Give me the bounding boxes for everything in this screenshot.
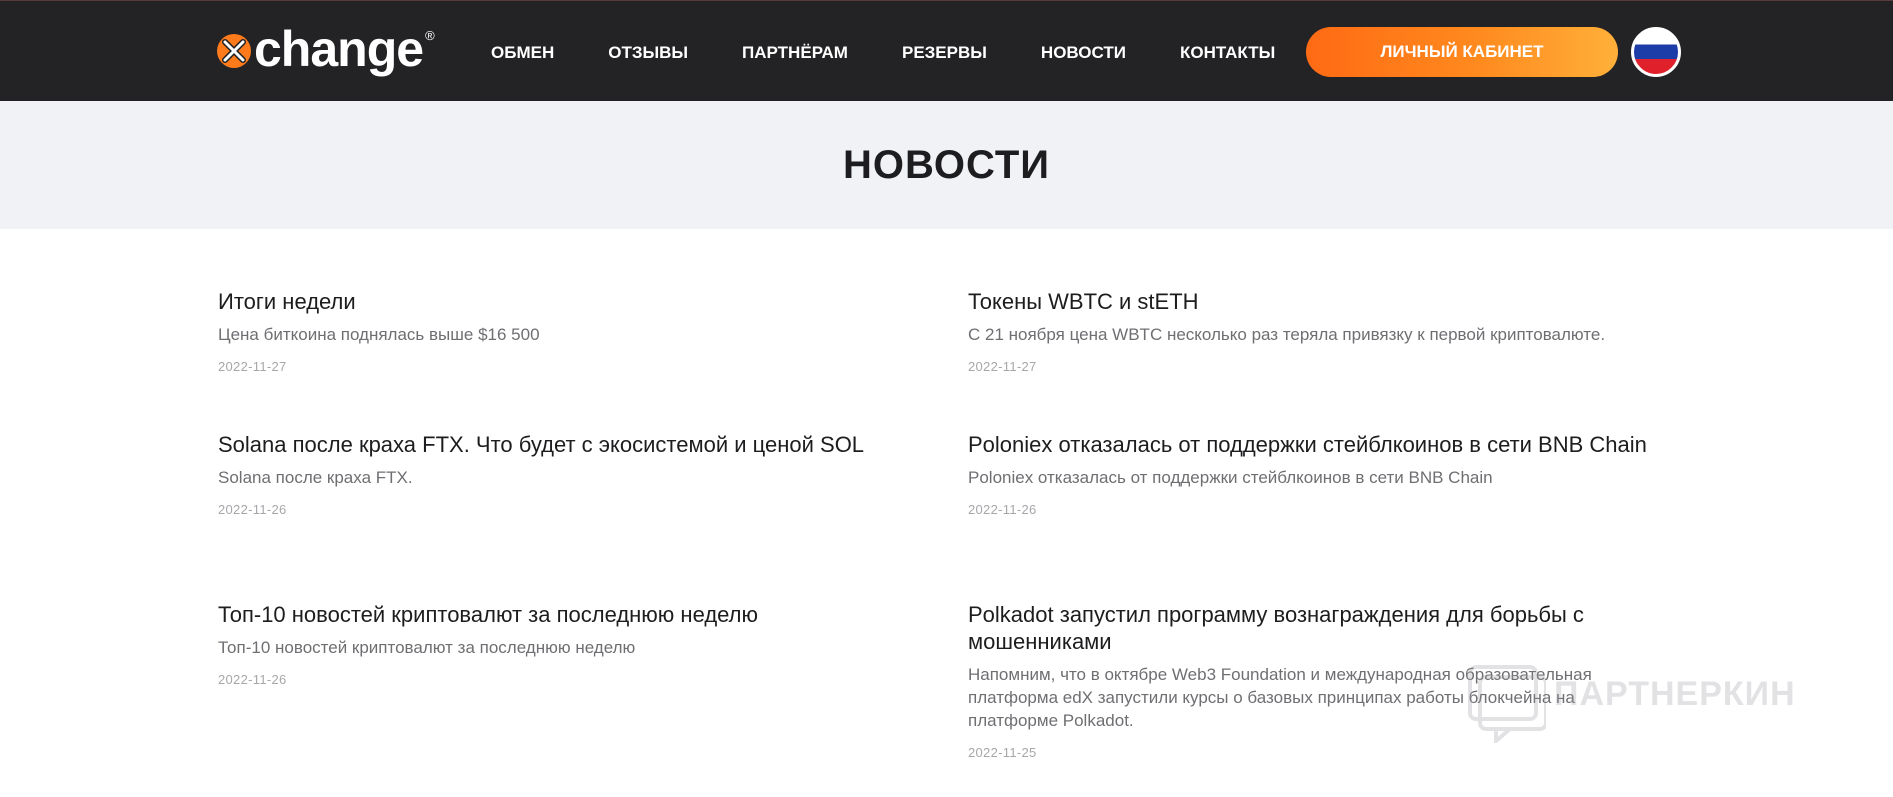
nav-item-exchange[interactable]: ОБМЕН — [491, 41, 554, 65]
news-date: 2022-11-26 — [218, 502, 287, 517]
news-date: 2022-11-27 — [218, 359, 287, 374]
news-date: 2022-11-27 — [968, 359, 1037, 374]
nav-item-partners[interactable]: ПАРТНЁРАМ — [742, 41, 848, 65]
news-excerpt: Poloniex отказалась от поддержки стейблк… — [968, 468, 1493, 487]
news-title[interactable]: Токены WBTC и stETH — [968, 288, 1668, 315]
news-date: 2022-11-26 — [218, 672, 287, 687]
news-item: Итоги недели Цена биткоина поднялась выш… — [218, 288, 918, 374]
news-item: Polkadot запустил программу вознагражден… — [968, 601, 1648, 760]
news-excerpt: С 21 ноября цена WBTC несколько раз теря… — [968, 325, 1606, 344]
page-title-band: НОВОСТИ — [0, 101, 1893, 229]
news-item: Топ-10 новостей криптовалют за последнюю… — [218, 601, 918, 687]
nav-item-reviews[interactable]: ОТЗЫВЫ — [608, 41, 688, 65]
news-title[interactable]: Итоги недели — [218, 288, 918, 315]
news-item: Poloniex отказалась от поддержки стейблк… — [968, 431, 1668, 517]
nav-item-news[interactable]: НОВОСТИ — [1041, 41, 1126, 65]
news-excerpt: Цена биткоина поднялась выше $16 500 — [218, 325, 540, 344]
nav-item-reserves[interactable]: РЕЗЕРВЫ — [902, 41, 987, 65]
site-header: change ® ОБМЕН ОТЗЫВЫ ПАРТНЁРАМ РЕЗЕРВЫ … — [0, 0, 1893, 101]
news-item: Solana после краха FTX. Что будет с экос… — [218, 431, 918, 517]
news-title[interactable]: Poloniex отказалась от поддержки стейблк… — [968, 431, 1668, 458]
russia-flag-icon[interactable] — [1631, 27, 1681, 77]
page-title: НОВОСТИ — [842, 142, 1051, 187]
news-excerpt: Solana после краха FTX. — [218, 468, 413, 487]
news-excerpt: Напомним, что в октябре Web3 Foundation … — [968, 665, 1592, 730]
news-title[interactable]: Solana после краха FTX. Что будет с экос… — [218, 431, 918, 458]
news-date: 2022-11-26 — [968, 502, 1037, 517]
news-date: 2022-11-25 — [968, 745, 1037, 760]
news-excerpt: Топ-10 новостей криптовалют за последнюю… — [218, 638, 636, 657]
logo-text: change — [254, 21, 424, 77]
news-title[interactable]: Топ-10 новостей криптовалют за последнюю… — [218, 601, 918, 628]
personal-cabinet-button[interactable]: ЛИЧНЫЙ КАБИНЕТ — [1306, 27, 1618, 77]
news-title[interactable]: Polkadot запустил программу вознагражден… — [968, 601, 1648, 655]
logo-registered-mark: ® — [425, 27, 435, 43]
main-nav: ОБМЕН ОТЗЫВЫ ПАРТНЁРАМ РЕЗЕРВЫ НОВОСТИ К… — [491, 41, 1275, 65]
xchange-logo-icon — [216, 33, 252, 69]
news-item: Токены WBTC и stETH С 21 ноября цена WBT… — [968, 288, 1668, 374]
nav-item-contacts[interactable]: КОНТАКТЫ — [1180, 41, 1275, 65]
site-logo[interactable]: change ® — [216, 21, 435, 77]
